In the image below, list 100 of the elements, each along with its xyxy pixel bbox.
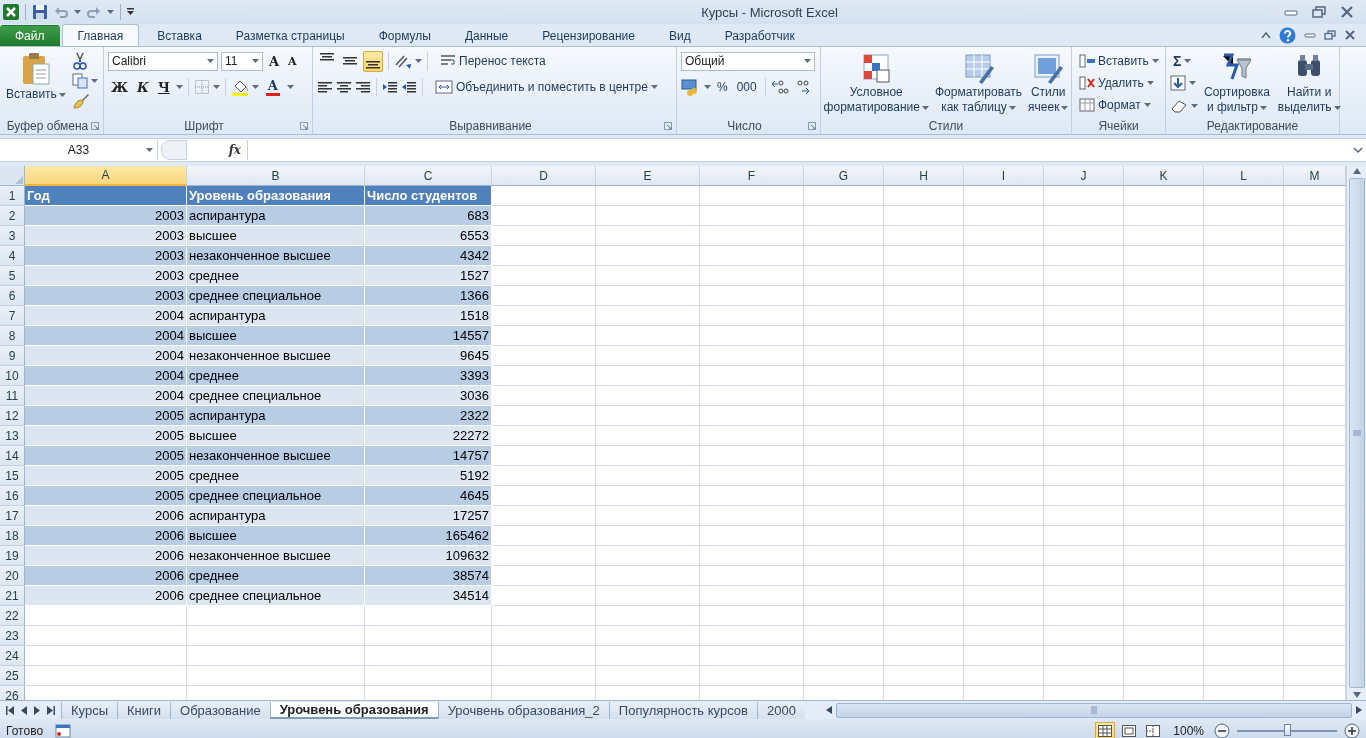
row-header[interactable]: 18 [0, 526, 25, 546]
row-header[interactable]: 15 [0, 466, 25, 486]
copy-icon[interactable] [71, 73, 88, 89]
percent-button[interactable]: % [714, 76, 731, 98]
column-header[interactable]: F [700, 166, 804, 186]
caret-icon[interactable] [74, 10, 81, 14]
row-header[interactable]: 17 [0, 506, 25, 526]
column-header[interactable]: I [964, 166, 1044, 186]
sheet-tab[interactable]: Курсы [61, 701, 117, 719]
column-header[interactable]: L [1204, 166, 1284, 186]
minimize-icon[interactable] [1304, 30, 1316, 40]
caret-icon[interactable] [212, 85, 220, 89]
decrease-indent-icon[interactable] [382, 79, 398, 95]
sheet-tab[interactable]: Популярность курсов [608, 701, 757, 719]
zoom-slider-thumb[interactable] [1284, 723, 1291, 736]
caret-icon[interactable] [90, 79, 98, 83]
row-header[interactable]: 21 [0, 586, 25, 606]
row-header[interactable]: 10 [0, 366, 25, 386]
cell-styles-button[interactable]: Стили ячеек [1026, 50, 1071, 118]
row-header[interactable]: 9 [0, 346, 25, 366]
scroll-up-icon[interactable] [1351, 166, 1362, 176]
previous-sheet-icon[interactable] [21, 705, 27, 715]
ribbon-tab[interactable]: Файл [0, 25, 60, 46]
save-icon[interactable] [32, 4, 48, 20]
caret-icon[interactable] [175, 85, 183, 89]
row-header[interactable]: 11 [0, 386, 25, 406]
zoom-out-icon[interactable] [1214, 722, 1230, 738]
paste-button[interactable]: Вставить [4, 50, 68, 118]
restore-icon[interactable] [1312, 6, 1326, 18]
caret-icon[interactable] [251, 85, 259, 89]
scroll-thumb[interactable] [1348, 178, 1365, 688]
customize-toolbar-icon[interactable] [127, 8, 135, 16]
column-header[interactable]: E [596, 166, 700, 186]
row-header[interactable]: 1 [0, 186, 25, 206]
scissors-icon[interactable] [71, 52, 88, 70]
fill-down-icon[interactable] [1170, 75, 1186, 91]
column-header[interactable]: D [492, 166, 596, 186]
expand-icon[interactable] [1353, 146, 1363, 154]
align-center-icon[interactable] [336, 79, 352, 95]
row-header[interactable]: 2 [0, 206, 25, 226]
fill-color-icon[interactable] [230, 78, 249, 96]
caret-icon[interactable] [207, 59, 214, 63]
dialog-launcher-icon[interactable] [808, 122, 816, 130]
format-as-table-button[interactable]: Форматировать как таблицу [932, 50, 1025, 118]
close-icon[interactable] [1340, 6, 1354, 18]
italic-button[interactable]: К [134, 76, 152, 98]
sheet-tab[interactable]: Книги [117, 701, 171, 719]
thousands-separator-button[interactable]: 000 [733, 76, 760, 98]
row-header[interactable]: 24 [0, 646, 25, 666]
macro-record-icon[interactable] [55, 723, 72, 738]
delete-cells-button[interactable]: Удалить [1076, 72, 1162, 93]
ribbon-tab[interactable]: Вставка [141, 25, 218, 46]
caret-icon[interactable] [252, 59, 259, 63]
align-left-icon[interactable] [317, 79, 333, 95]
caret-icon[interactable] [704, 85, 711, 89]
caret-icon[interactable] [650, 85, 658, 89]
caret-icon[interactable] [1143, 102, 1151, 107]
caret-icon[interactable] [58, 92, 66, 97]
name-box[interactable]: A33 [0, 140, 158, 160]
sheet-tab[interactable]: Урочвень образования [269, 701, 438, 719]
row-header[interactable]: 4 [0, 246, 25, 266]
column-header[interactable]: J [1044, 166, 1124, 186]
insert-function-button[interactable]: fx [187, 143, 247, 157]
zoom-in-icon[interactable] [1344, 722, 1360, 738]
column-header[interactable]: M [1284, 166, 1346, 186]
sort-filter-button[interactable]: Сортировка и фильтр [1202, 50, 1272, 118]
next-sheet-icon[interactable] [34, 705, 40, 715]
font-size-field[interactable]: 11 [221, 51, 263, 71]
help-icon[interactable] [1279, 26, 1296, 44]
caret-icon[interactable] [1146, 80, 1154, 85]
caret-icon[interactable] [1151, 58, 1159, 63]
scroll-right-icon[interactable] [1355, 705, 1363, 715]
row-header[interactable]: 26 [0, 686, 25, 700]
caret-icon[interactable] [1189, 81, 1196, 85]
format-cells-button[interactable]: Формат [1076, 94, 1162, 115]
sheet-tab[interactable]: 2000 [756, 701, 805, 719]
normal-view-button[interactable] [1095, 721, 1116, 738]
dialog-launcher-icon[interactable] [300, 122, 308, 130]
sheet-tab[interactable]: Урочвень образования_2 [437, 701, 609, 719]
row-header[interactable]: 6 [0, 286, 25, 306]
row-header[interactable]: 13 [0, 426, 25, 446]
row-header[interactable]: 19 [0, 546, 25, 566]
dialog-launcher-icon[interactable] [91, 122, 99, 130]
column-header[interactable]: K [1124, 166, 1204, 186]
ribbon-tab[interactable]: Рецензирование [526, 25, 651, 46]
row-header[interactable]: 8 [0, 326, 25, 346]
caret-icon[interactable] [804, 59, 811, 63]
increase-decimal-icon[interactable] [770, 79, 789, 95]
sheet-tab[interactable]: Образование [170, 701, 270, 719]
increase-indent-icon[interactable] [401, 79, 417, 95]
row-header[interactable]: 22 [0, 606, 25, 626]
shrink-font-button[interactable]: A [285, 50, 300, 72]
caret-icon[interactable] [286, 85, 294, 89]
row-header[interactable]: 20 [0, 566, 25, 586]
column-header[interactable]: A [25, 166, 187, 186]
restore-icon[interactable] [1324, 30, 1336, 40]
eraser-icon[interactable] [1170, 99, 1188, 113]
row-header[interactable]: 25 [0, 666, 25, 686]
caret-icon[interactable] [1008, 105, 1016, 110]
insert-cells-button[interactable]: Вставить [1076, 50, 1162, 71]
